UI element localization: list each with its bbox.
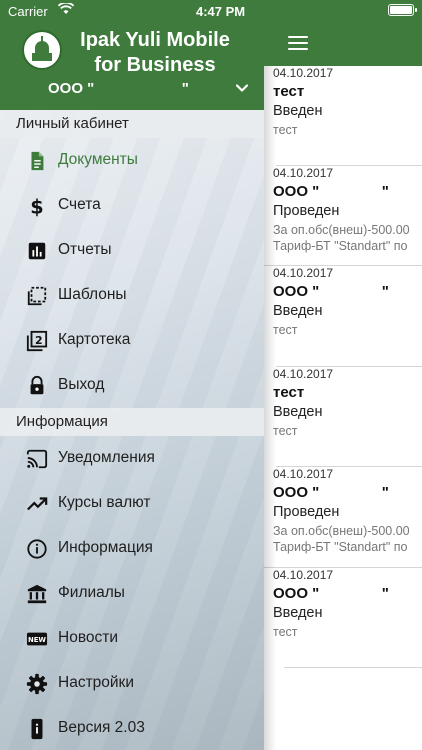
file-index-icon: 2 bbox=[26, 330, 48, 352]
menu-item-reports[interactable]: Отчеты bbox=[0, 228, 264, 273]
menu-item-file-index[interactable]: 2 Картотека bbox=[0, 318, 264, 363]
menu-item-news[interactable]: NEW Новости bbox=[0, 616, 264, 661]
menu-item-label: Документы bbox=[58, 151, 138, 168]
document-item[interactable]: 04.10.2017 ООО " " Проведен За оп.обс(вн… bbox=[264, 467, 422, 555]
document-title: тест bbox=[273, 83, 305, 100]
chevron-down-icon[interactable] bbox=[236, 82, 248, 94]
document-item[interactable]: 04.10.2017 тест Введен тест bbox=[264, 66, 422, 138]
menu-item-exchange-rates[interactable]: Курсы валют bbox=[0, 481, 264, 526]
document-note: Тариф-БТ "Standart" по bbox=[273, 239, 408, 253]
menu-item-version[interactable]: Версия 2.03 bbox=[0, 706, 264, 750]
document-note: За оп.обс(внеш)-500.00 bbox=[273, 223, 410, 237]
app-title-line-2: for Business bbox=[94, 54, 216, 76]
document-note: За оп.обс(внеш)-500.00 bbox=[273, 524, 410, 538]
menu-item-label: Информация bbox=[58, 539, 153, 556]
bank-logo-icon bbox=[22, 30, 62, 70]
menu-item-label: Отчеты bbox=[58, 241, 112, 258]
document-date: 04.10.2017 bbox=[273, 467, 334, 481]
menu-item-label: Картотека bbox=[58, 331, 131, 348]
menu-item-label: Версия 2.03 bbox=[58, 719, 145, 736]
menu-item-templates[interactable]: Шаблоны bbox=[0, 273, 264, 318]
section-header-info: Информация bbox=[0, 408, 264, 436]
menu-item-label: Выход bbox=[58, 376, 105, 393]
document-status: Введен bbox=[273, 303, 323, 319]
document-item[interactable]: 04.10.2017 ООО " " Проведен За оп.обс(вн… bbox=[264, 166, 422, 254]
cast-icon bbox=[26, 449, 48, 469]
menu-item-settings[interactable]: Настройки bbox=[0, 661, 264, 706]
menu-item-label: Филиалы bbox=[58, 584, 125, 601]
document-status: Проведен bbox=[273, 203, 340, 219]
new-badge-icon: NEW bbox=[26, 632, 48, 646]
document-note: тест bbox=[273, 424, 298, 438]
document-item[interactable]: 04.10.2017 ООО " " Введен тест bbox=[264, 568, 422, 640]
document-title: ООО " " bbox=[273, 183, 389, 200]
menu-icon[interactable] bbox=[288, 36, 308, 54]
device-info-icon bbox=[31, 718, 43, 740]
app-title-line-1: Ipak Yuli Mobile bbox=[80, 29, 230, 51]
menu-item-label: Курсы валют bbox=[58, 494, 151, 511]
svg-text:NEW: NEW bbox=[28, 636, 46, 644]
bank-icon bbox=[27, 584, 47, 604]
menu-item-logout[interactable]: Выход bbox=[0, 363, 264, 408]
divider bbox=[284, 667, 422, 668]
app-title: Ipak Yuli Mobile for Business bbox=[70, 28, 240, 78]
svg-text:$: $ bbox=[30, 195, 43, 217]
document-icon bbox=[31, 151, 44, 171]
battery-icon bbox=[388, 4, 417, 16]
document-status: Введен bbox=[273, 605, 323, 621]
menu-item-documents[interactable]: Документы bbox=[0, 138, 264, 183]
company-name[interactable]: ООО " " bbox=[48, 80, 189, 97]
document-item[interactable]: 04.10.2017 тест Введен тест bbox=[264, 367, 422, 439]
clock: 4:47 PM bbox=[196, 4, 246, 19]
bar-chart-icon bbox=[28, 242, 46, 260]
menu-item-label: Уведомления bbox=[58, 449, 155, 466]
menu-item-label: Шаблоны bbox=[58, 286, 127, 303]
templates-icon bbox=[27, 286, 47, 306]
document-date: 04.10.2017 bbox=[273, 367, 334, 381]
wifi-icon bbox=[57, 1, 75, 18]
drawer-header: Carrier 4:47 PM Ipak Yuli Mobile for Bus… bbox=[0, 0, 264, 110]
menu-item-accounts[interactable]: $ Счета bbox=[0, 183, 264, 228]
menu-item-notifications[interactable]: Уведомления bbox=[0, 436, 264, 481]
settings-gear-icon bbox=[26, 673, 48, 695]
menu-item-information[interactable]: Информация bbox=[0, 526, 264, 571]
document-title: ООО " " bbox=[273, 585, 389, 602]
document-date: 04.10.2017 bbox=[273, 166, 334, 180]
document-note: Тариф-БТ "Standart" по bbox=[273, 540, 408, 554]
info-icon bbox=[27, 539, 47, 559]
status-bar-right bbox=[388, 4, 417, 16]
document-status: Введен bbox=[273, 103, 323, 119]
dollar-icon: $ bbox=[30, 195, 43, 217]
trending-up-icon bbox=[27, 497, 48, 511]
document-status: Проведен bbox=[273, 504, 340, 520]
menu-item-label: Настройки bbox=[58, 674, 135, 691]
top-app-bar bbox=[264, 0, 422, 66]
document-note: тест bbox=[273, 625, 298, 639]
section-header-personal: Личный кабинет bbox=[0, 110, 264, 138]
navigation-drawer: Carrier 4:47 PM Ipak Yuli Mobile for Bus… bbox=[0, 0, 264, 750]
lock-icon bbox=[30, 375, 44, 395]
document-date: 04.10.2017 bbox=[273, 568, 334, 582]
menu-item-branches[interactable]: Филиалы bbox=[0, 571, 264, 616]
document-title: ООО " " bbox=[273, 484, 389, 501]
document-title: ООО " " bbox=[273, 283, 389, 300]
document-date: 04.10.2017 bbox=[273, 266, 334, 280]
menu-item-label: Новости bbox=[58, 629, 119, 646]
drawer-shadow bbox=[264, 66, 276, 750]
carrier-label: Carrier bbox=[8, 4, 48, 19]
menu-item-label: Счета bbox=[58, 196, 101, 213]
document-item[interactable]: 04.10.2017 ООО " " Введен тест bbox=[264, 266, 422, 338]
svg-text:2: 2 bbox=[35, 334, 43, 347]
document-title: тест bbox=[273, 384, 305, 401]
status-bar: Carrier 4:47 PM bbox=[8, 1, 256, 20]
document-date: 04.10.2017 bbox=[273, 66, 334, 80]
document-note: тест bbox=[273, 123, 298, 137]
documents-panel: 04.10.2017 тест Введен тест 04.10.2017 О… bbox=[264, 0, 422, 750]
document-status: Введен bbox=[273, 404, 323, 420]
document-note: тест bbox=[273, 323, 298, 337]
